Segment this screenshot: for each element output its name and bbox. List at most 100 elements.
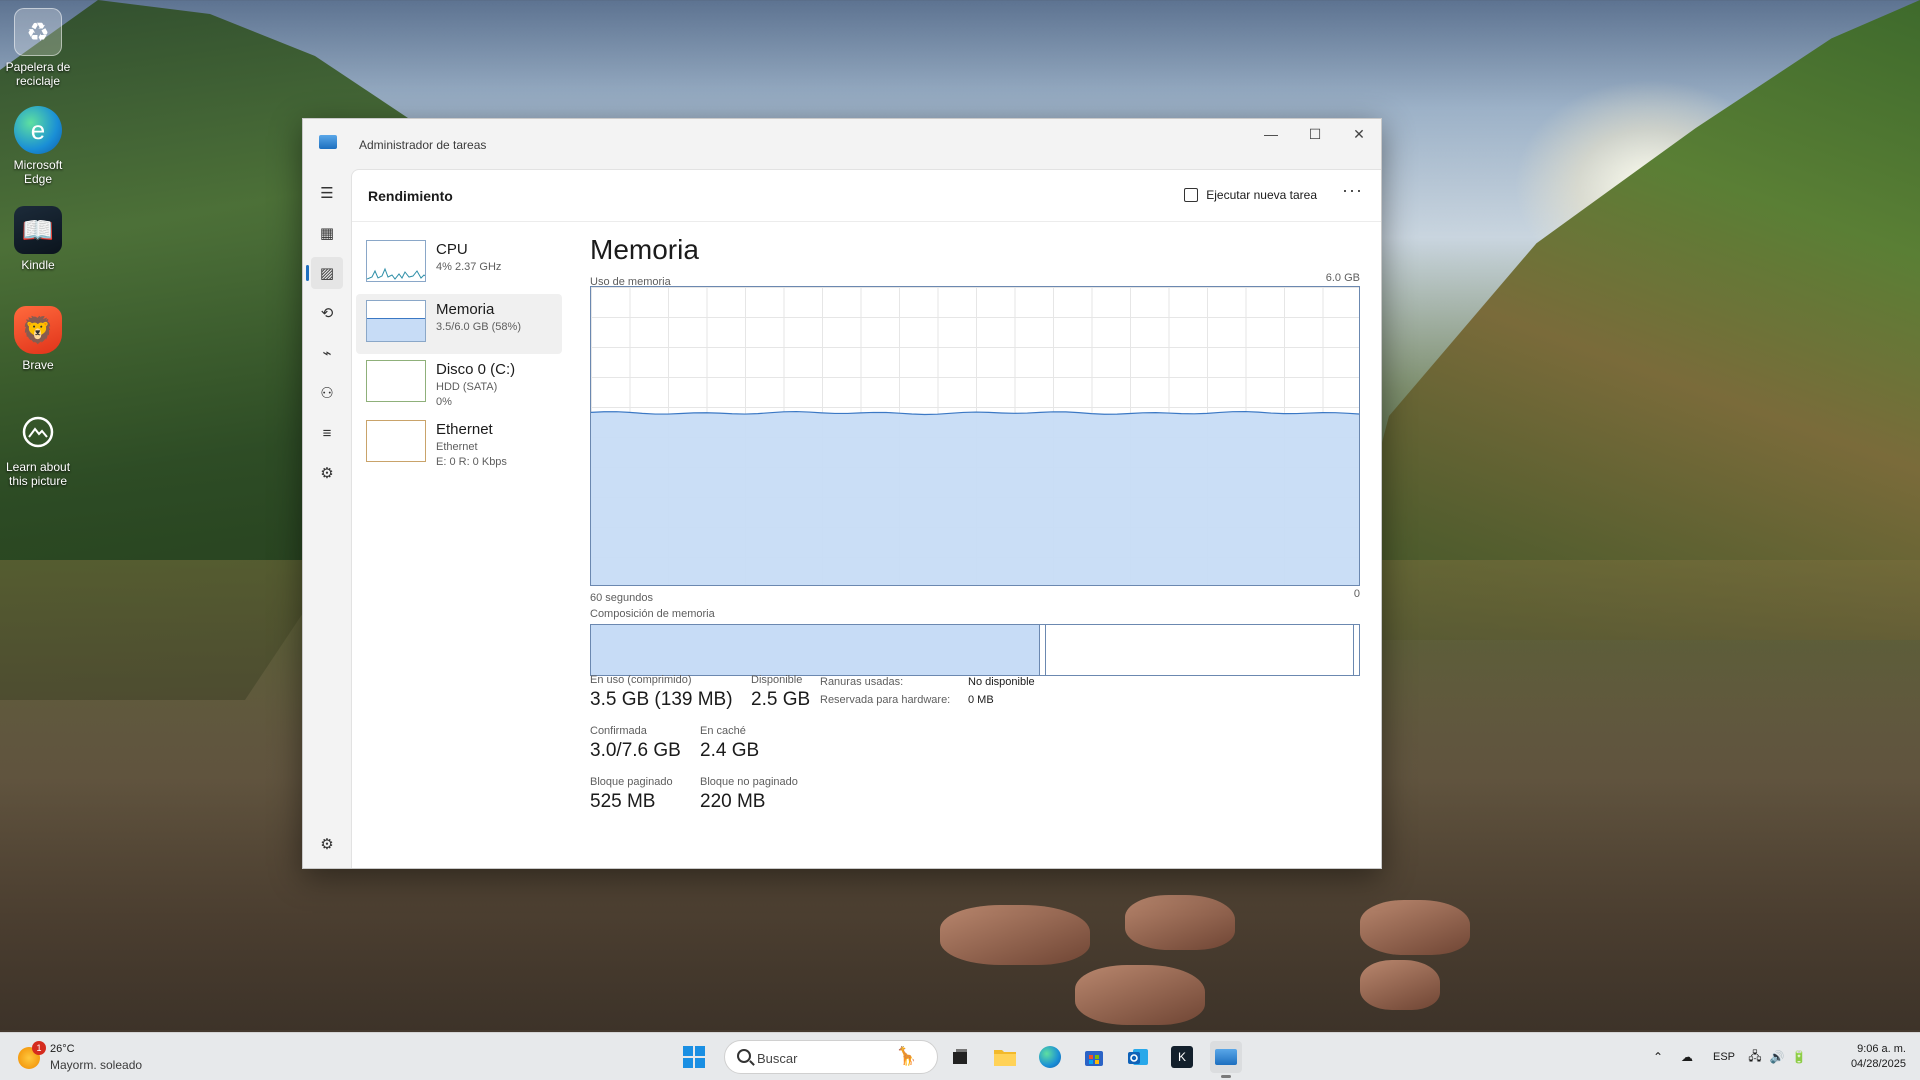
wallpaper-rock [1125,895,1235,950]
stat-value: 525 MB [590,791,656,812]
close-button[interactable]: ✕ [1337,119,1381,149]
memory-usage-fill [591,411,1359,585]
run-new-task-button[interactable]: Ejecutar nueva tarea [1184,188,1317,202]
task-view-icon[interactable] [944,1041,976,1073]
weather-description: Mayorm. soleado [50,1058,143,1072]
memory-usage-area [591,410,1359,585]
task-manager-window: Administrador de tareas — ☐ ✕ ☰ ▦ ▨ ⟲ ⌁ … [302,118,1382,869]
stat-value: 2.5 GB [751,689,811,710]
graph-zero-label: 0 [1353,588,1360,600]
stat-value: 0 MB [968,694,994,706]
task-manager-taskbar-icon[interactable] [1210,1041,1242,1073]
users-icon[interactable]: ⚇ [311,377,343,409]
stat-paged-pool: Bloque paginado 525 MB [590,776,673,813]
stat-in-use: En uso (comprimido) 3.5 GB (139 MB) [590,674,733,711]
network-icon[interactable]: 🖧 [1744,1047,1766,1068]
stat-label: Disponible [751,674,803,686]
desktop-icon-label: Papelera de reciclaje [5,60,71,88]
content-pane: Rendimiento Ejecutar nueva tarea ··· CPU… [351,169,1381,868]
stat-reserved: Reservada para hardware: 0 MB [820,694,994,706]
desktop-icon-label: Learn about this picture [5,460,71,488]
start-button[interactable] [678,1041,710,1073]
desktop-icon-learn-picture[interactable]: Learn about this picture [2,408,74,488]
stat-label: Bloque no paginado [700,776,798,788]
stat-nonpaged-pool: Bloque no paginado 220 MB [700,776,798,813]
composition-in-use [591,625,1041,675]
graph-footer: 60 segundos 0 [590,588,1360,604]
ethernet-thumbnail-graph [366,420,426,462]
title-bar[interactable]: Administrador de tareas — ☐ ✕ [303,119,1381,169]
memory-usage-graph [590,286,1360,586]
cpu-thumbnail-graph [366,240,426,282]
settings-gear-icon[interactable]: ⚙ [311,828,343,860]
desktop-icon-label: Microsoft Edge [13,158,63,186]
battery-icon[interactable]: 🔋 [1788,1050,1810,1064]
memory-thumbnail-fill [367,317,425,341]
details-icon[interactable]: ≡ [311,417,343,449]
stat-value: 3.0/7.6 GB [590,740,681,761]
kindle-icon: 📖 [14,206,62,254]
wallpaper-rock [1360,960,1440,1010]
stat-label: Ranuras usadas: [820,676,904,688]
perf-item-ethernet[interactable]: Ethernet Ethernet E: 0 R: 0 Kbps [356,414,562,474]
language-indicator[interactable]: ESP [1704,1051,1744,1063]
brave-icon: 🦁 [14,306,62,354]
edge-icon: e [14,106,62,154]
desktop-icon-brave[interactable]: 🦁 Brave [2,306,74,372]
maximize-button[interactable]: ☐ [1293,119,1337,149]
page-title: Rendimiento [368,188,453,204]
perf-item-detail-line: HDD (SATA) [436,381,498,393]
services-icon[interactable]: ⚙ [311,457,343,489]
nav-rail: ☰ ▦ ▨ ⟲ ⌁ ⚇ ≡ ⚙ ⚙ [303,169,351,868]
memory-composition-bar [590,624,1360,676]
memory-panel: Memoria Uso de memoria 6.0 GB 60 segundo… [590,234,1360,812]
outlook-icon[interactable] [1122,1041,1154,1073]
task-manager-icon [319,135,337,149]
search-highlight-icon: 🦒 [895,1046,918,1066]
chevron-up-icon[interactable]: ⌃ [1646,1050,1670,1064]
hamburger-menu-icon[interactable]: ☰ [311,177,343,209]
more-options-button[interactable]: ··· [1342,180,1363,201]
perf-item-cpu[interactable]: CPU 4% 2.37 GHz [356,234,562,294]
desktop-icon-label: Brave [22,358,54,372]
stat-available: Disponible 2.5 GB [751,674,810,711]
edge-taskbar-icon[interactable] [1034,1041,1066,1073]
run-task-icon [1184,188,1199,202]
weather-temperature: 26°C [50,1043,75,1055]
startup-apps-icon[interactable]: ⌁ [311,337,343,369]
desktop-icon-recycle-bin[interactable]: ♻ Papelera de reciclaje [2,8,74,88]
wallpaper-rock [1360,900,1470,955]
stat-cached: En caché 2.4 GB [700,725,759,762]
volume-icon[interactable]: 🔊 [1766,1050,1788,1064]
desktop-icon-edge[interactable]: e Microsoft Edge [2,106,74,186]
taskbar-search[interactable]: Buscar 🦒 [724,1040,938,1074]
perf-item-disk[interactable]: Disco 0 (C:) HDD (SATA) 0% [356,354,562,414]
app-history-icon[interactable]: ⟲ [311,297,343,329]
stat-label: Confirmada [590,725,647,737]
stat-label: En caché [700,725,746,737]
perf-item-detail: 3.5/6.0 GB (58%) [436,321,521,333]
wallpaper-rock [1075,965,1205,1025]
memory-stats: En uso (comprimido) 3.5 GB (139 MB) Disp… [590,674,1360,824]
stat-value: 220 MB [700,791,766,812]
stat-label: Reservada para hardware: [820,694,951,706]
windows-logo-icon [683,1046,705,1068]
processes-icon[interactable]: ▦ [311,217,343,249]
desktop-icon-label: Kindle [21,258,55,272]
store-icon[interactable] [1078,1041,1110,1073]
desktop-icon-kindle[interactable]: 📖 Kindle [2,206,74,272]
perf-item-name: Memoria [436,301,495,318]
clock[interactable]: 9:06 a. m. 04/28/2025 [1851,1042,1906,1072]
perf-item-memory[interactable]: Memoria 3.5/6.0 GB (58%) [356,294,562,354]
memory-thumbnail-graph [366,300,426,342]
perf-item-name: Disco 0 (C:) [436,361,516,378]
memory-max-label: 6.0 GB [1325,272,1360,284]
minimize-button[interactable]: — [1249,119,1293,149]
stat-value: 2.4 GB [700,740,760,761]
kindle-taskbar-icon[interactable]: K [1166,1041,1198,1073]
perf-item-detail: HDD (SATA) 0% [436,380,497,410]
file-explorer-icon[interactable] [989,1041,1021,1073]
onedrive-icon[interactable]: ☁ [1670,1050,1704,1064]
performance-icon[interactable]: ▨ [311,257,343,289]
perf-item-name: Ethernet [436,421,493,438]
